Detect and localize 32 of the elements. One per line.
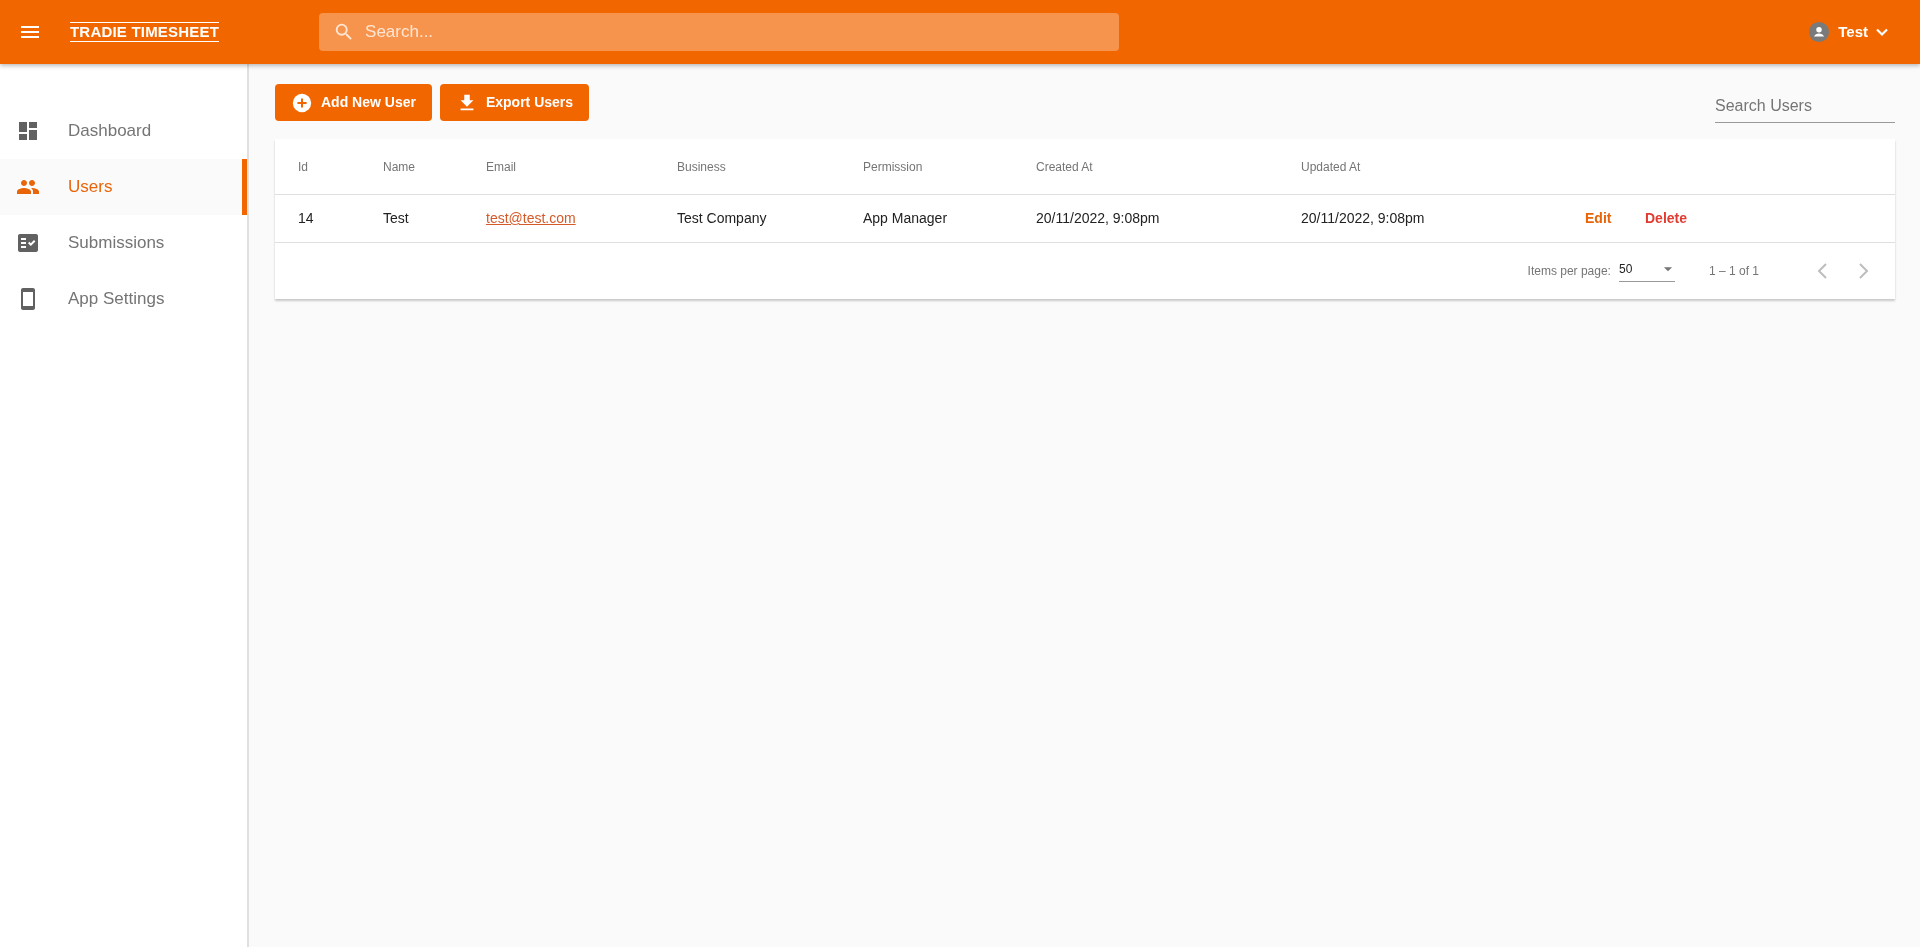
- column-header: Updated At: [1301, 158, 1362, 176]
- checklist-icon: [16, 231, 40, 255]
- sidebar-item[interactable]: App Settings: [0, 271, 247, 327]
- email-link[interactable]: test@test.com: [486, 210, 576, 226]
- column-header: Business: [677, 158, 727, 176]
- column-header: Id: [298, 158, 309, 176]
- edit-link[interactable]: Edit: [1585, 208, 1612, 229]
- table-cell-text: 14: [298, 209, 315, 228]
- user-menu-button[interactable]: Test: [1802, 19, 1898, 45]
- column-header: Permission: [863, 158, 924, 176]
- items-per-page-label: Items per page:: [1527, 263, 1611, 280]
- table-cell-text: 20/11/2022, 9:08pm: [1301, 209, 1426, 228]
- sidebar-item[interactable]: Dashboard: [0, 103, 247, 159]
- search-users-field[interactable]: Search Users: [1715, 92, 1895, 123]
- app-logo: TRADIE TIMESHEET: [70, 22, 220, 42]
- sidebar-item[interactable]: Submissions: [0, 215, 247, 271]
- avatar-icon: [1808, 21, 1831, 43]
- sidebar-item[interactable]: Users: [0, 159, 247, 215]
- table-cell-text: Test: [383, 209, 410, 228]
- table-cell-text: Test Company: [677, 209, 768, 228]
- page-size-select[interactable]: 50: [1618, 260, 1675, 282]
- delete-link[interactable]: Delete: [1645, 208, 1688, 229]
- dashboard-icon: [16, 119, 40, 143]
- toolbar-button[interactable]: Add New User: [275, 84, 432, 121]
- toolbar-button[interactable]: Export Users: [439, 84, 590, 121]
- table-cell-text: App Manager: [863, 209, 949, 228]
- column-header: Name: [383, 158, 416, 176]
- page-range: 1 – 1 of 1: [1708, 263, 1759, 280]
- column-header: Created At: [1036, 158, 1094, 176]
- column-header: Email: [486, 158, 517, 176]
- table-cell-text: 20/11/2022, 9:08pm: [1036, 209, 1161, 228]
- plus-circle-icon: [291, 91, 313, 114]
